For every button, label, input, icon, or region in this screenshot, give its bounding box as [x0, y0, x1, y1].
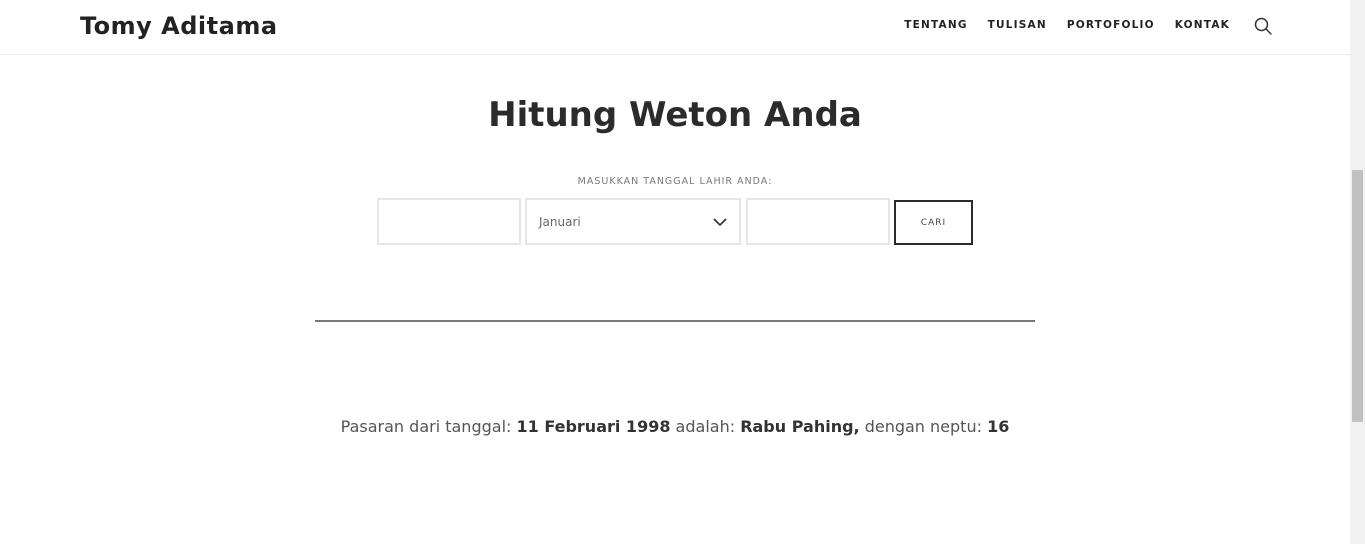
search-icon[interactable] [1254, 17, 1272, 35]
nav-item-kontak[interactable]: KONTAK [1175, 19, 1230, 31]
main-nav: TENTANG TULISAN PORTOFOLIO KONTAK [904, 19, 1230, 31]
month-select-value: Januari [539, 214, 581, 229]
result-neptu-prefix: dengan neptu: [859, 417, 988, 436]
month-select[interactable]: Januari [525, 198, 741, 245]
page: Tomy Aditama TENTANG TULISAN PORTOFOLIO … [0, 0, 1365, 544]
result-weton: Rabu Pahing, [740, 417, 860, 436]
nav-item-portofolio[interactable]: PORTOFOLIO [1067, 19, 1155, 31]
birthdate-label: MASUKKAN TANGGAL LAHIR ANDA: [577, 176, 773, 187]
site-title[interactable]: Tomy Aditama [80, 12, 278, 40]
weton-result: Pasaran dari tanggal: 11 Februari 1998 a… [0, 417, 1350, 436]
result-mid: adalah: [670, 417, 741, 436]
year-input[interactable] [746, 198, 890, 245]
cari-button[interactable]: CARI [894, 200, 973, 245]
result-neptu: 16 [987, 417, 1010, 436]
result-date: 11 Februari 1998 [516, 417, 671, 436]
nav-item-tentang[interactable]: TENTANG [904, 19, 967, 31]
day-input[interactable] [377, 198, 521, 245]
chevron-down-icon [713, 217, 727, 226]
scrollbar[interactable] [1350, 0, 1365, 544]
nav-item-tulisan[interactable]: TULISAN [988, 19, 1047, 31]
page-title: Hitung Weton Anda [488, 95, 862, 135]
site-header: Tomy Aditama TENTANG TULISAN PORTOFOLIO … [0, 0, 1350, 55]
result-prefix: Pasaran dari tanggal: [340, 417, 517, 436]
scrollbar-thumb[interactable] [1352, 170, 1363, 422]
divider [315, 320, 1035, 322]
